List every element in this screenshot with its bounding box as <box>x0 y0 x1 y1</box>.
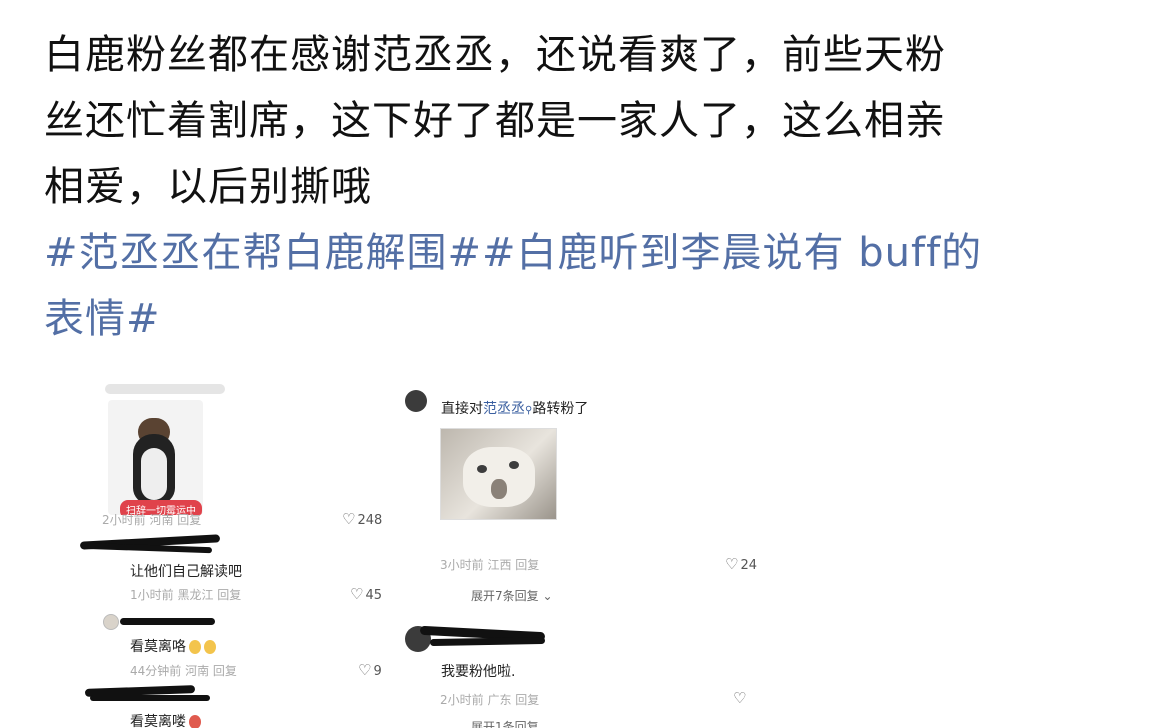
redaction-scribble <box>90 695 210 701</box>
comment-text: 看莫离咯 <box>130 636 216 656</box>
comment-text: 直接对范丞丞⚲路转粉了 <box>441 398 588 418</box>
post-text-line: 相爱，以后别撕哦 <box>44 164 372 210</box>
redaction-scribble <box>81 542 213 554</box>
comment-text-value: 看莫离喽 <box>130 714 186 728</box>
cat-mouth <box>491 479 507 499</box>
avatar[interactable] <box>405 390 427 412</box>
comment-text: 让他们自己解读吧 <box>130 564 242 580</box>
comment-text: 我要粉他啦. <box>441 664 516 680</box>
penguin-belly <box>141 448 167 500</box>
gold-emoji-icon <box>204 640 216 654</box>
post-text-line: 白鹿粉丝都在感谢范丞丞，还说看爽了，前些天粉 <box>44 32 946 78</box>
like-count[interactable]: ♡ 24 <box>725 555 757 573</box>
expand-replies-link[interactable]: 展开7条回复 ⌄ <box>471 587 553 604</box>
post-text-line: 丝还忙着割席，这下好了都是一家人了，这么相亲 <box>44 98 946 144</box>
heart-outline-icon: ♡ <box>350 585 364 603</box>
avatar[interactable] <box>103 614 119 630</box>
heart-outline-icon: ♡ <box>342 510 356 528</box>
embedded-screenshot-left[interactable]: 扫辞一切霉运中 2小时前 河南 回复 ♡ 248 让他们自己解读吧 1小时前 黑龙… <box>79 380 390 728</box>
heart-outline-icon: ♡ <box>725 555 739 573</box>
comment-text: 看莫离喽 <box>130 711 201 728</box>
heart-outline-icon: ♡ <box>358 661 372 679</box>
embedded-screenshot-right[interactable]: 直接对范丞丞⚲路转粉了 3小时前 江西 回复 ♡ 24 展开7条回复 ⌄ 我要粉他… <box>405 380 775 728</box>
post-body: 白鹿粉丝都在感谢范丞丞，还说看爽了，前些天粉 丝还忙着割席，这下好了都是一家人了… <box>44 22 1124 352</box>
comment-text-value: 看莫离咯 <box>130 639 186 655</box>
like-count-value: 9 <box>373 664 382 679</box>
comment-text-suffix: 路转粉了 <box>532 401 589 417</box>
comment-meta: 44分钟前 河南 回复 <box>130 664 237 678</box>
mention-link[interactable]: 范丞丞 <box>483 401 525 417</box>
cropped-comment-text <box>105 384 225 394</box>
cat-eye <box>509 461 519 469</box>
expand-replies-link-cropped[interactable]: 展开1条回复 ⌄ <box>471 718 553 728</box>
gold-emoji-icon <box>189 640 201 654</box>
cat-eye <box>477 465 487 473</box>
like-count[interactable]: ♡ 45 <box>350 585 382 603</box>
like-count-value: 248 <box>357 513 383 528</box>
comment-meta: 3小时前 江西 回复 <box>440 558 540 572</box>
red-emoji-icon <box>189 715 201 728</box>
comment-meta: 2小时前 河南 回复 <box>102 513 202 527</box>
redaction-scribble <box>429 636 546 647</box>
comment-meta: 1小时前 黑龙江 回复 <box>130 588 242 602</box>
penguin-sticker-image: 扫辞一切霉运中 <box>108 400 203 515</box>
comment-text-prefix: 直接对 <box>441 401 483 417</box>
like-count[interactable]: ♡ 9 <box>358 661 382 679</box>
like-count-value: 24 <box>740 558 757 573</box>
cat-meme-image[interactable] <box>440 428 557 520</box>
hashtag-link[interactable]: #范丞丞在帮白鹿解围##白鹿听到李晨说有 buff的 <box>44 220 1124 286</box>
like-count-value: 45 <box>365 588 382 603</box>
redaction-scribble <box>120 618 215 625</box>
hashtag-link[interactable]: 表情# <box>44 286 1124 352</box>
like-count[interactable]: ♡ <box>733 689 748 707</box>
comment-meta: 2小时前 广东 回复 <box>440 693 540 707</box>
like-count[interactable]: ♡ 248 <box>342 510 382 528</box>
heart-outline-icon: ♡ <box>733 689 747 707</box>
